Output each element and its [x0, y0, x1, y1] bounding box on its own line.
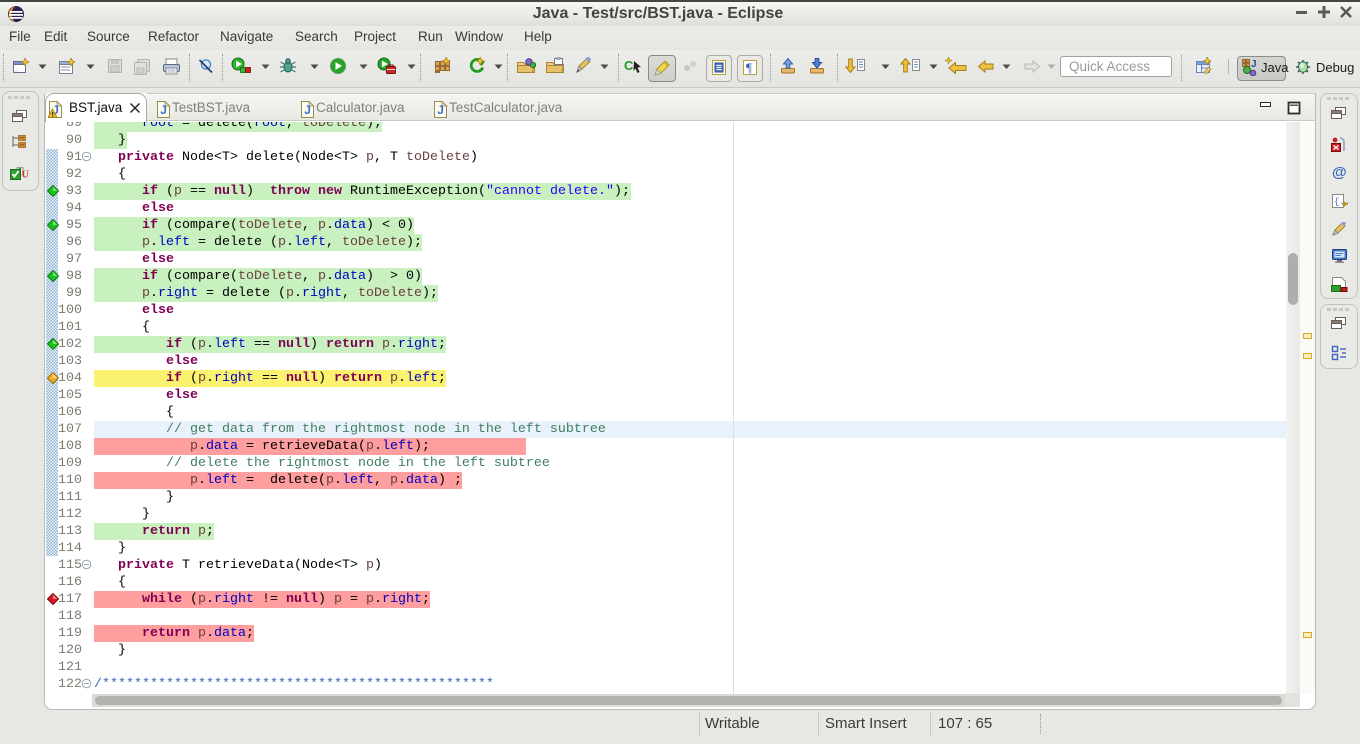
svg-text:J: J	[1251, 59, 1257, 70]
svg-text:J: J	[437, 103, 444, 117]
svg-text:{..: {..	[1334, 197, 1349, 207]
svg-text:J: J	[160, 103, 167, 117]
svg-text:J: J	[304, 103, 311, 117]
svg-text:C: C	[624, 58, 634, 73]
svg-text:U: U	[22, 170, 30, 181]
svg-text:¶: ¶	[746, 60, 752, 75]
